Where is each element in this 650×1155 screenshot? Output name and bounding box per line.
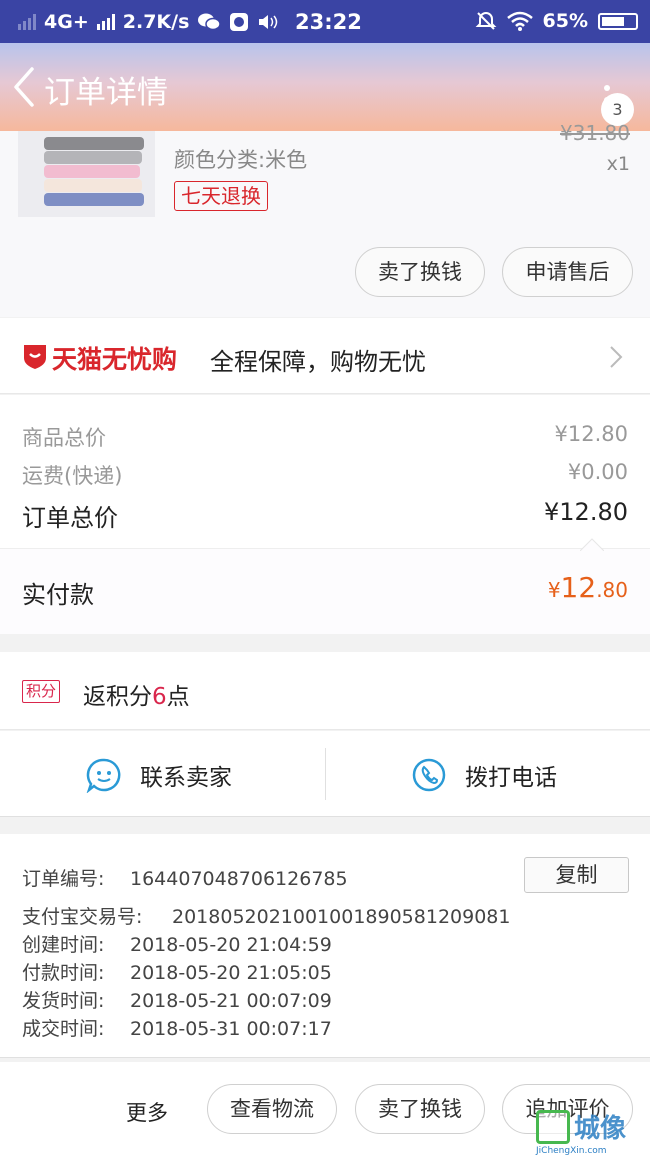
- watermark-url: JiChengXin.com: [536, 1146, 607, 1155]
- order-total-label: 订单总价: [22, 504, 118, 532]
- battery-percent: 65%: [542, 10, 588, 32]
- order-number-value: 164407048706126785: [130, 868, 348, 890]
- paid-integer: 12: [560, 571, 597, 604]
- copy-button[interactable]: 复制: [524, 857, 629, 893]
- contact-divider: [325, 748, 326, 800]
- sell-button[interactable]: 卖了换钱: [355, 247, 485, 297]
- wifi-icon: [506, 11, 533, 31]
- contact-seller-label: 联系卖家: [140, 765, 232, 791]
- shipped-value: 2018-05-21 00:07:09: [130, 990, 332, 1012]
- guarantee-banner[interactable]: 天猫无忧购 全程保障，购物无忧: [0, 318, 650, 394]
- page-title: 订单详情: [44, 75, 168, 111]
- signal-icon: [18, 14, 36, 30]
- page-header: 订单详情 3: [0, 43, 650, 131]
- back-arrow-icon[interactable]: [10, 65, 40, 109]
- browser-icon: [230, 13, 249, 31]
- after-sales-button[interactable]: 申请售后: [502, 247, 633, 297]
- original-price: ¥31.80: [560, 121, 630, 145]
- watermark-box-icon: [536, 1110, 570, 1144]
- order-total-value: ¥12.80: [544, 498, 628, 526]
- product-quantity: x1: [606, 153, 630, 175]
- sell-again-button[interactable]: 卖了换钱: [355, 1084, 485, 1134]
- points-number: 6: [152, 684, 167, 710]
- product-variant: 颜色分类:米色: [174, 148, 308, 172]
- shipping-value: ¥0.00: [567, 460, 628, 484]
- alipay-value: 2018052021001001890581209081: [172, 906, 511, 928]
- guarantee-text: 全程保障，购物无忧: [210, 348, 426, 376]
- points-prefix: 返积分: [83, 684, 152, 710]
- contact-seller-button[interactable]: 联系卖家: [86, 753, 232, 797]
- paid-time-value: 2018-05-20 21:05:05: [130, 962, 332, 984]
- shipped-label: 发货时间:: [22, 990, 105, 1012]
- tmall-shield-icon: [24, 345, 46, 369]
- created-row: 创建时间: 2018-05-20 21:04:59: [22, 930, 332, 957]
- phone-icon: [412, 758, 446, 792]
- completed-label: 成交时间:: [22, 1018, 105, 1040]
- network-speed: 2.7K/s: [122, 11, 190, 33]
- points-suffix: 点: [166, 684, 190, 710]
- chat-bubble-icon: [86, 758, 121, 793]
- speaker-icon: [259, 15, 278, 29]
- completed-value: 2018-05-31 00:07:17: [130, 1018, 332, 1040]
- product-card: 颜色分类:米色 七天退换 ¥31.80 x1 卖了换钱 申请售后: [0, 121, 650, 317]
- shipping-label: 运费(快递): [22, 464, 123, 488]
- order-number-label: 订单编号:: [22, 868, 105, 890]
- paid-decimal: .80: [596, 578, 628, 602]
- chevron-right-icon: [610, 346, 623, 368]
- shipped-row: 发货时间: 2018-05-21 00:07:09: [22, 986, 332, 1013]
- goods-total-value: ¥12.80: [554, 422, 628, 446]
- watermark-text: 城像: [574, 1114, 627, 1144]
- battery-icon: [598, 12, 638, 30]
- paid-amount-row: 实付款 ¥12.80: [0, 548, 650, 634]
- return-policy-tag: 七天退换: [174, 181, 268, 211]
- paid-time-label: 付款时间:: [22, 962, 105, 984]
- order-info: 订单编号: 164407048706126785 复制 支付宝交易号: 201805…: [0, 834, 650, 1058]
- paid-value: ¥12.80: [548, 571, 628, 604]
- alipay-row: 支付宝交易号: 2018052021001001890581209081: [22, 902, 510, 929]
- paid-time-row: 付款时间: 2018-05-20 21:05:05: [22, 958, 332, 985]
- call-label: 拨打电话: [465, 765, 557, 791]
- more-button[interactable]: 更多: [126, 1097, 168, 1127]
- product-image[interactable]: [18, 131, 155, 217]
- points-row: 积分 返积分6点: [0, 652, 650, 730]
- clock: 23:22: [295, 10, 362, 34]
- caret-up-icon: [580, 538, 604, 551]
- order-number-row: 订单编号: 164407048706126785: [22, 864, 348, 891]
- goods-total-label: 商品总价: [22, 426, 106, 450]
- price-summary: 商品总价 ¥12.80 运费(快递) ¥0.00 订单总价 ¥12.80: [0, 395, 650, 548]
- watermark-logo: 城像 JiChengXin.com: [536, 1108, 650, 1155]
- completed-row: 成交时间: 2018-05-31 00:07:17: [22, 1014, 332, 1041]
- alarm-off-icon: [475, 11, 496, 30]
- view-logistics-button[interactable]: 查看物流: [207, 1084, 337, 1134]
- signal-icon: [96, 14, 115, 30]
- points-tag: 积分: [22, 680, 61, 703]
- guarantee-brand: 天猫无忧购: [52, 345, 178, 374]
- created-label: 创建时间:: [22, 934, 105, 956]
- network-type: 4G+: [44, 11, 89, 33]
- created-value: 2018-05-20 21:04:59: [130, 934, 332, 956]
- contact-bar: 联系卖家 拨打电话: [0, 731, 650, 817]
- wechat-icon: [198, 13, 222, 31]
- paid-label: 实付款: [22, 581, 94, 609]
- status-bar: 4G+ 2.7K/s 23:22 65%: [0, 0, 650, 43]
- paid-currency: ¥: [547, 578, 561, 602]
- alipay-label: 支付宝交易号:: [22, 906, 143, 928]
- call-button[interactable]: 拨打电话: [411, 753, 557, 797]
- points-text: 返积分6点: [83, 677, 190, 711]
